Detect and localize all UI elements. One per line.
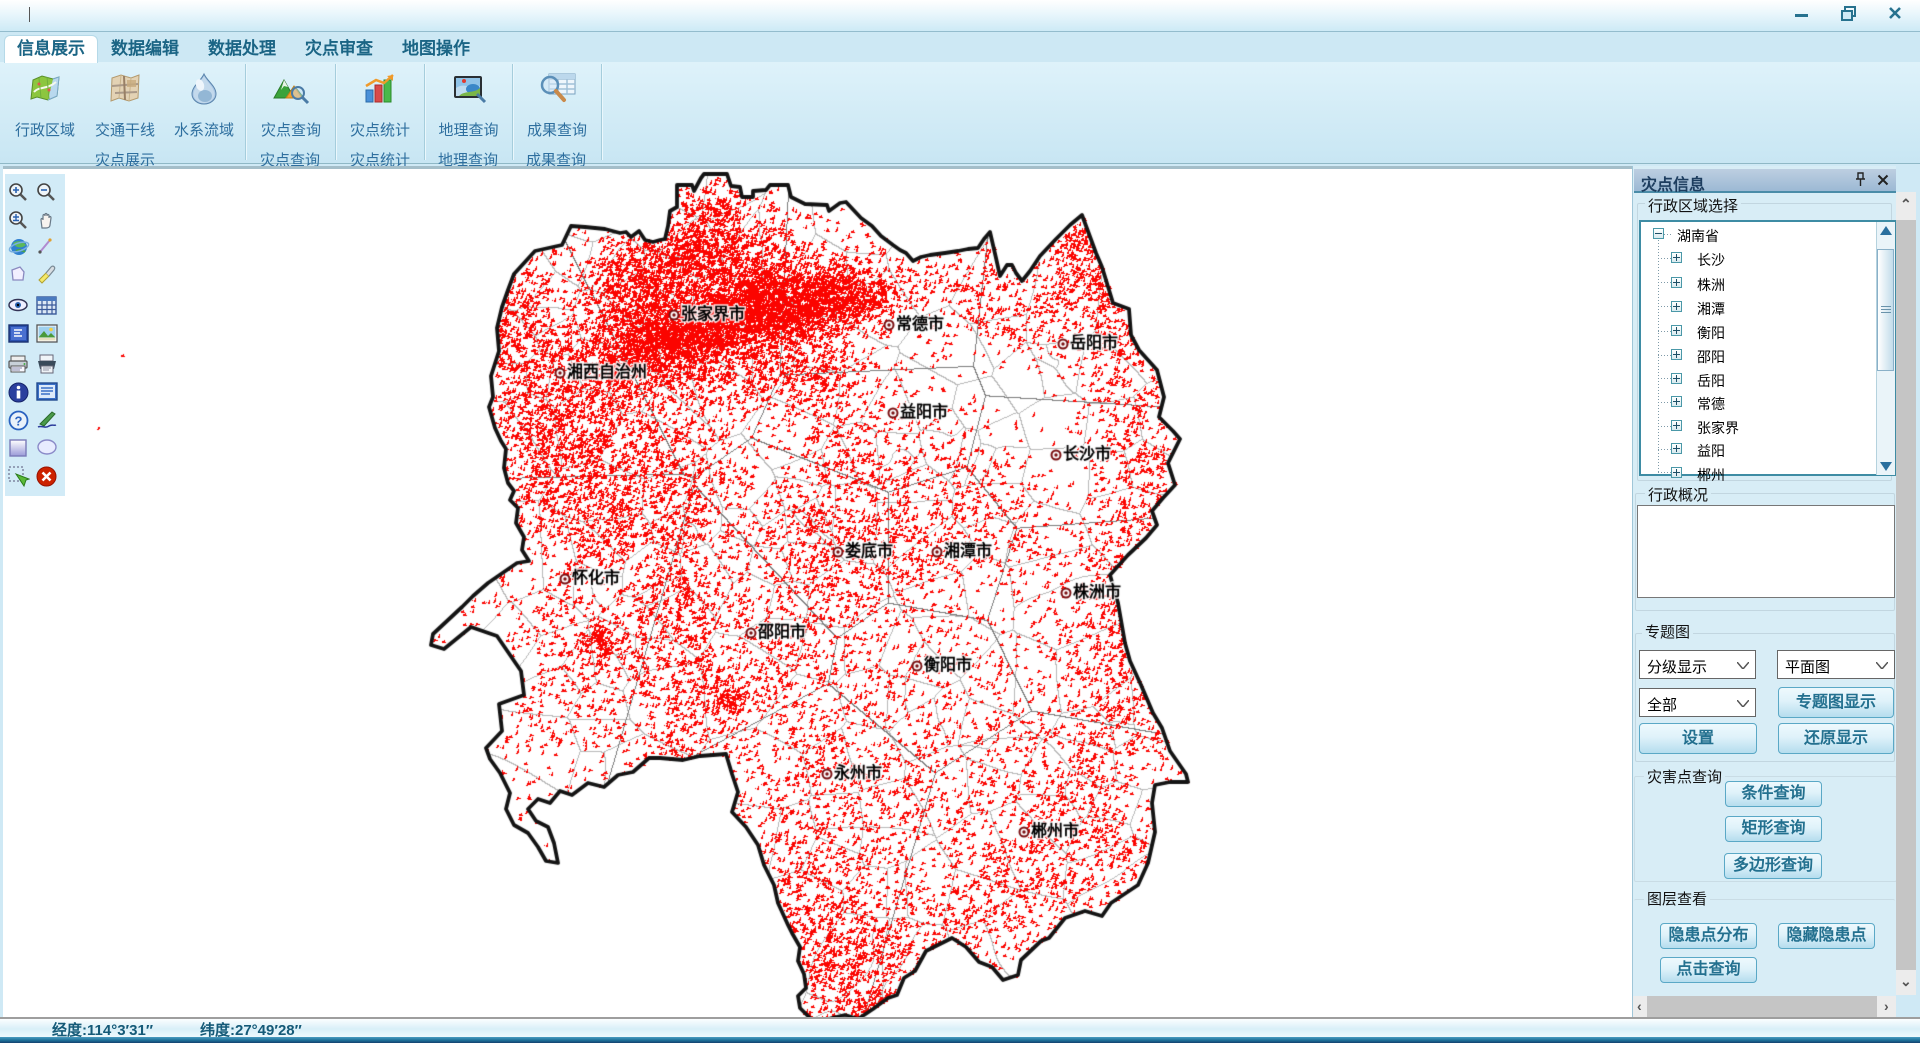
svg-text:?: ?: [15, 414, 23, 429]
